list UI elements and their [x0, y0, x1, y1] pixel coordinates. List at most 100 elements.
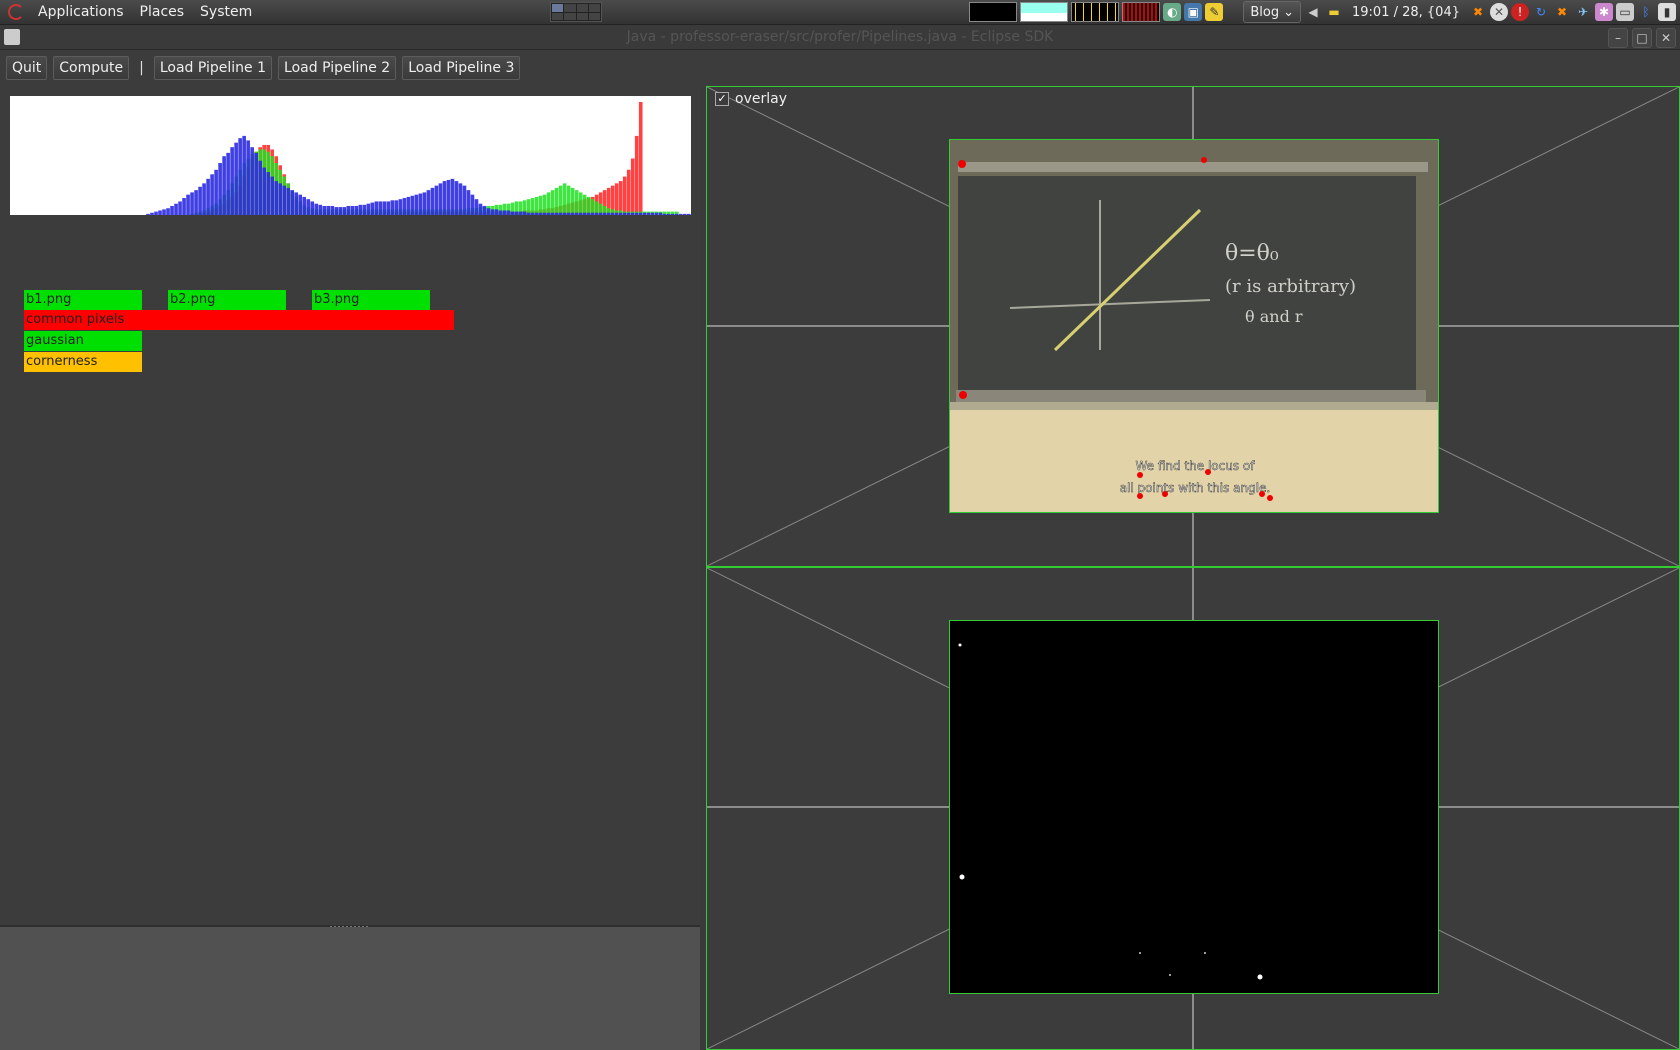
tools-icon[interactable]: ✖ — [1553, 3, 1571, 21]
workspace-switcher[interactable] — [550, 2, 602, 22]
histogram-bar-blue — [462, 185, 467, 215]
bluetooth-icon[interactable]: ᛒ — [1637, 3, 1655, 21]
pipeline-node-common-pixels[interactable]: common pixels — [24, 310, 454, 330]
load-pipeline-3-button[interactable]: Load Pipeline 3 — [402, 56, 521, 80]
histogram-bar-blue — [274, 181, 278, 215]
folder-icon[interactable]: ▬ — [1325, 3, 1343, 21]
corner-marker — [1267, 495, 1273, 501]
workspace-3[interactable] — [576, 4, 588, 12]
pipeline-node-b3[interactable]: b3.png — [312, 290, 430, 310]
workspace-2[interactable] — [564, 4, 576, 12]
histogram-bar-blue — [542, 212, 547, 215]
checkbox-check-icon[interactable]: ✓ — [715, 92, 729, 106]
pipeline-node-gaussian[interactable]: gaussian — [24, 331, 142, 351]
notes-icon[interactable]: ✎ — [1205, 3, 1224, 21]
histogram-bar-blue — [618, 212, 623, 215]
cpu-monitor-icon[interactable] — [1071, 2, 1120, 22]
histogram-bar-blue — [166, 208, 170, 215]
histogram-bar-blue — [334, 207, 339, 215]
histogram-bar-green — [550, 190, 555, 215]
histogram-bar-blue — [434, 185, 439, 215]
load-pipeline-2-button[interactable]: Load Pipeline 2 — [278, 56, 397, 80]
memory-monitor-icon[interactable] — [1020, 2, 1069, 22]
quit-button[interactable]: Quit — [6, 56, 48, 80]
pipeline-node-b1[interactable]: b1.png — [24, 290, 142, 310]
histogram-bar-blue — [350, 205, 355, 215]
blackboard-image: θ=θ₀ (r is arbitrary) θ and r We find th… — [950, 140, 1438, 512]
histogram-bar-blue — [526, 212, 531, 215]
histogram-bar-red — [634, 135, 639, 215]
caption-line-2: all points with this angle. — [1120, 481, 1271, 495]
histogram-bar-blue — [510, 211, 515, 215]
workspace-4[interactable] — [588, 4, 600, 12]
system-tray: ◐ ▣ ✎ Blog ⌄ ◀ ▬ 19:01 / 28, {04} ✖ ✕ ! … — [969, 0, 1680, 24]
histogram-bar-blue — [442, 181, 447, 215]
app-icon[interactable] — [4, 29, 20, 45]
compute-button[interactable]: Compute — [53, 56, 130, 80]
menu-places[interactable]: Places — [132, 4, 193, 20]
maximize-icon[interactable]: □ — [1632, 28, 1652, 48]
histogram-bar-blue — [582, 212, 587, 215]
star-icon[interactable]: ✱ — [1595, 3, 1613, 21]
workspace-6[interactable] — [564, 12, 576, 20]
histogram-bar-blue — [466, 190, 471, 215]
histogram-bar-blue — [178, 201, 182, 215]
disconnect-icon[interactable]: ✕ — [1490, 3, 1508, 21]
histogram-bar-green — [546, 192, 551, 215]
histogram-bar-blue — [246, 140, 250, 215]
load-pipeline-1-button[interactable]: Load Pipeline 1 — [153, 56, 273, 80]
histogram-bar-blue — [630, 212, 635, 215]
workspace-8[interactable] — [588, 12, 600, 20]
workspace-1[interactable] — [552, 4, 564, 12]
histogram-bar-blue — [278, 183, 282, 215]
minimize-icon[interactable]: – — [1608, 28, 1628, 48]
histogram-bar-blue — [654, 212, 659, 215]
pipeline-node-b2[interactable]: b2.png — [168, 290, 286, 310]
blog-dropdown[interactable]: Blog ⌄ — [1243, 1, 1301, 23]
histogram-bar-blue — [450, 178, 455, 215]
histogram-bar-blue — [226, 152, 230, 215]
histogram-bar-blue — [258, 160, 262, 215]
histogram-bar-green — [578, 192, 583, 215]
workspace-7[interactable] — [576, 12, 588, 20]
clock[interactable]: 19:01 / 28, {04} — [1346, 5, 1466, 20]
histogram-bar-blue — [410, 195, 415, 215]
globe-icon[interactable]: ◐ — [1163, 3, 1182, 21]
histogram-bar-blue — [242, 135, 246, 215]
workspace-5[interactable] — [552, 12, 564, 20]
overlay-view[interactable]: ✓ overlay θ=θ₀ (r is arbitrary) θ and r … — [706, 86, 1680, 567]
corner-marker — [1137, 472, 1143, 478]
lower-left-panel — [0, 927, 700, 1050]
result-view[interactable] — [706, 567, 1680, 1050]
corner-marker — [1259, 491, 1265, 497]
histogram-bar-blue — [314, 203, 319, 215]
overlay-checkbox[interactable]: ✓ overlay — [715, 91, 787, 107]
histogram-bar-blue — [346, 205, 351, 215]
refresh-icon[interactable]: ↻ — [1532, 3, 1550, 21]
histogram-bar-blue — [538, 212, 543, 215]
battery-icon[interactable]: ▮ — [1658, 3, 1676, 21]
close-x-icon[interactable]: ✖ — [1469, 3, 1487, 21]
distro-logo-icon[interactable] — [8, 4, 24, 20]
network-icon[interactable]: ▣ — [1184, 3, 1203, 21]
histogram-bar-blue — [550, 212, 555, 215]
histogram-bar-blue — [230, 147, 234, 215]
histogram-bar-blue — [454, 181, 459, 215]
network-monitor-icon[interactable] — [969, 2, 1018, 22]
histogram-bar-blue — [622, 212, 627, 215]
volume-icon[interactable]: ◀ — [1304, 3, 1322, 21]
menu-applications[interactable]: Applications — [30, 4, 132, 20]
video-frame: θ=θ₀ (r is arbitrary) θ and r We find th… — [949, 139, 1439, 513]
close-icon[interactable]: ✕ — [1656, 28, 1676, 48]
menu-system[interactable]: System — [192, 4, 260, 20]
plane-icon[interactable]: ✈ — [1574, 3, 1592, 21]
histogram-bar-blue — [262, 167, 266, 215]
histogram-bar-blue — [514, 211, 519, 215]
pipeline-node-cornerness[interactable]: cornerness — [24, 352, 142, 372]
window-title: Java - professor-eraser/src/profer/Pipel… — [626, 29, 1054, 45]
display-icon[interactable]: ▭ — [1616, 3, 1634, 21]
window-titlebar[interactable]: Java - professor-eraser/src/profer/Pipel… — [0, 25, 1680, 50]
alert-icon[interactable]: ! — [1511, 3, 1529, 21]
load-monitor-icon[interactable] — [1122, 2, 1161, 22]
histogram-bar-blue — [678, 213, 683, 215]
